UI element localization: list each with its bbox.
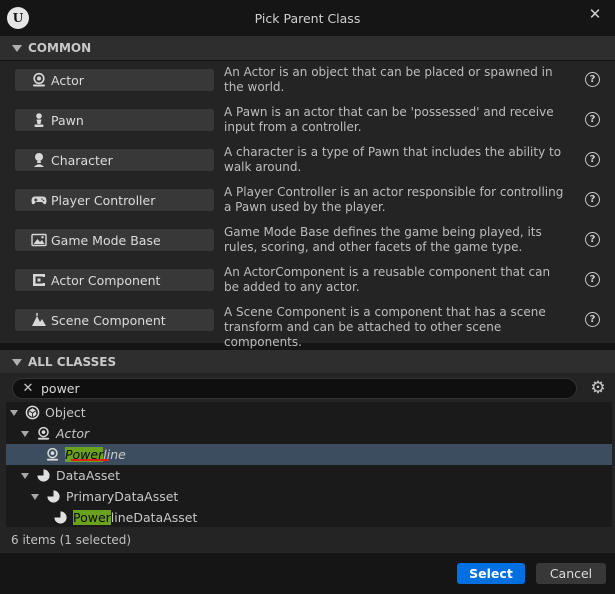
actor-component-description: An ActorComponent is a reusable componen…: [224, 265, 551, 294]
actor-component-button[interactable]: Actor Component: [15, 269, 214, 291]
scene-component-description: A Scene Component is a component that ha…: [224, 305, 546, 349]
help-icon[interactable]: ?: [585, 272, 600, 287]
class-search-box[interactable]: ✕ power: [12, 378, 577, 399]
select-button[interactable]: Select: [457, 563, 525, 584]
actor-button-label: Actor: [51, 72, 84, 88]
expand-arrow-icon[interactable]: [21, 430, 29, 437]
game-mode-base-button-label: Game Mode Base: [51, 232, 161, 248]
common-class-list: Actor An Actor is an object that can be …: [0, 61, 615, 349]
tree-row-powerline[interactable]: Powerline: [6, 444, 612, 465]
actor-icon: [35, 426, 51, 442]
pawn-description: A Pawn is an actor that can be 'possesse…: [224, 105, 554, 134]
character-button-label: Character: [51, 152, 113, 168]
data-asset-icon: [45, 489, 61, 505]
data-asset-icon: [35, 468, 51, 484]
help-icon[interactable]: ?: [585, 192, 600, 207]
tree-row-object[interactable]: Object: [6, 402, 612, 423]
help-icon[interactable]: ?: [585, 152, 600, 167]
common-row-player-controller: Player Controller A Player Controller is…: [0, 181, 615, 221]
common-row-pawn: Pawn A Pawn is an actor that can be 'pos…: [0, 101, 615, 141]
game-mode-base-description: Game Mode Base defines the game being pl…: [224, 225, 542, 254]
help-icon[interactable]: ?: [585, 232, 600, 247]
pawn-button[interactable]: Pawn: [15, 109, 214, 131]
game-mode-base-button[interactable]: Game Mode Base: [15, 229, 214, 251]
gamepad-icon: [31, 192, 47, 208]
help-icon[interactable]: ?: [585, 112, 600, 127]
help-icon[interactable]: ?: [585, 312, 600, 327]
actor-icon: [31, 72, 47, 88]
common-row-character: Character A character is a type of Pawn …: [0, 141, 615, 181]
tree-label-powerlinedataasset: PowerlineDataAsset: [73, 510, 197, 525]
character-icon: [31, 152, 47, 168]
tree-label-dataasset: DataAsset: [56, 468, 121, 483]
collapse-arrow-icon: [12, 44, 22, 52]
scene-component-button[interactable]: Scene Component: [15, 309, 214, 331]
character-button[interactable]: Character: [15, 149, 214, 171]
collapse-arrow-icon: [12, 358, 22, 366]
cancel-button[interactable]: Cancel: [536, 563, 606, 584]
object-icon: [24, 405, 40, 421]
actor-icon: [44, 447, 60, 463]
common-section-label: COMMON: [28, 41, 92, 55]
class-tree: Object Actor Powerline DataAsset Primary…: [6, 402, 612, 527]
tree-row-actor[interactable]: Actor: [6, 423, 612, 444]
tree-label-object: Object: [45, 405, 86, 420]
close-icon[interactable]: ✕: [585, 4, 605, 24]
common-section-header[interactable]: COMMON: [0, 36, 615, 60]
expand-arrow-icon[interactable]: [10, 409, 18, 416]
tree-row-primarydataasset[interactable]: PrimaryDataAsset: [6, 486, 612, 507]
actor-component-icon: [31, 272, 47, 288]
tree-label-actor: Actor: [56, 426, 90, 441]
tree-label-primarydataasset: PrimaryDataAsset: [66, 489, 179, 504]
pawn-button-label: Pawn: [51, 112, 84, 128]
search-input[interactable]: power: [41, 381, 80, 396]
character-description: A character is a type of Pawn that inclu…: [224, 145, 562, 174]
title-bar: U Pick Parent Class ✕: [0, 0, 615, 36]
expand-arrow-icon[interactable]: [31, 493, 39, 500]
player-controller-button-label: Player Controller: [51, 192, 156, 208]
red-underline-annotation: [71, 459, 109, 461]
common-row-actor-component: Actor Component An ActorComponent is a r…: [0, 261, 615, 301]
scene-component-button-label: Scene Component: [51, 312, 166, 328]
data-asset-icon: [52, 510, 68, 526]
clear-search-icon[interactable]: ✕: [21, 381, 35, 396]
tree-row-powerlinedataasset[interactable]: PowerlineDataAsset: [6, 507, 612, 528]
search-match-highlight: Power: [73, 510, 111, 525]
expand-arrow-icon[interactable]: [21, 472, 29, 479]
tree-row-dataasset[interactable]: DataAsset: [6, 465, 612, 486]
common-row-game-mode-base: Game Mode Base Game Mode Base defines th…: [0, 221, 615, 261]
player-controller-button[interactable]: Player Controller: [15, 189, 214, 211]
all-classes-section-label: ALL CLASSES: [28, 355, 117, 369]
actor-button[interactable]: Actor: [15, 69, 214, 91]
common-row-actor: Actor An Actor is an object that can be …: [0, 61, 615, 101]
all-classes-panel: ✕ power ⚙ Object Actor Powerline DataAss…: [0, 373, 615, 553]
player-controller-description: A Player Controller is an actor responsi…: [224, 185, 564, 214]
dialog-footer: Select Cancel: [0, 553, 615, 594]
actor-component-button-label: Actor Component: [51, 272, 161, 288]
window-title: Pick Parent Class: [254, 11, 361, 26]
item-count-status: 6 items (1 selected): [11, 533, 132, 547]
help-icon[interactable]: ?: [585, 72, 600, 87]
game-mode-icon: [31, 232, 47, 248]
actor-description: An Actor is an object that can be placed…: [224, 65, 553, 94]
all-classes-section-header[interactable]: ALL CLASSES: [0, 350, 615, 374]
scene-component-icon: [31, 312, 47, 328]
tree-label-powerlinedataasset-rest: lineDataAsset: [110, 510, 198, 525]
pawn-icon: [31, 112, 47, 128]
gear-icon[interactable]: ⚙: [589, 379, 607, 397]
common-row-scene-component: Scene Component A Scene Component is a c…: [0, 301, 615, 349]
